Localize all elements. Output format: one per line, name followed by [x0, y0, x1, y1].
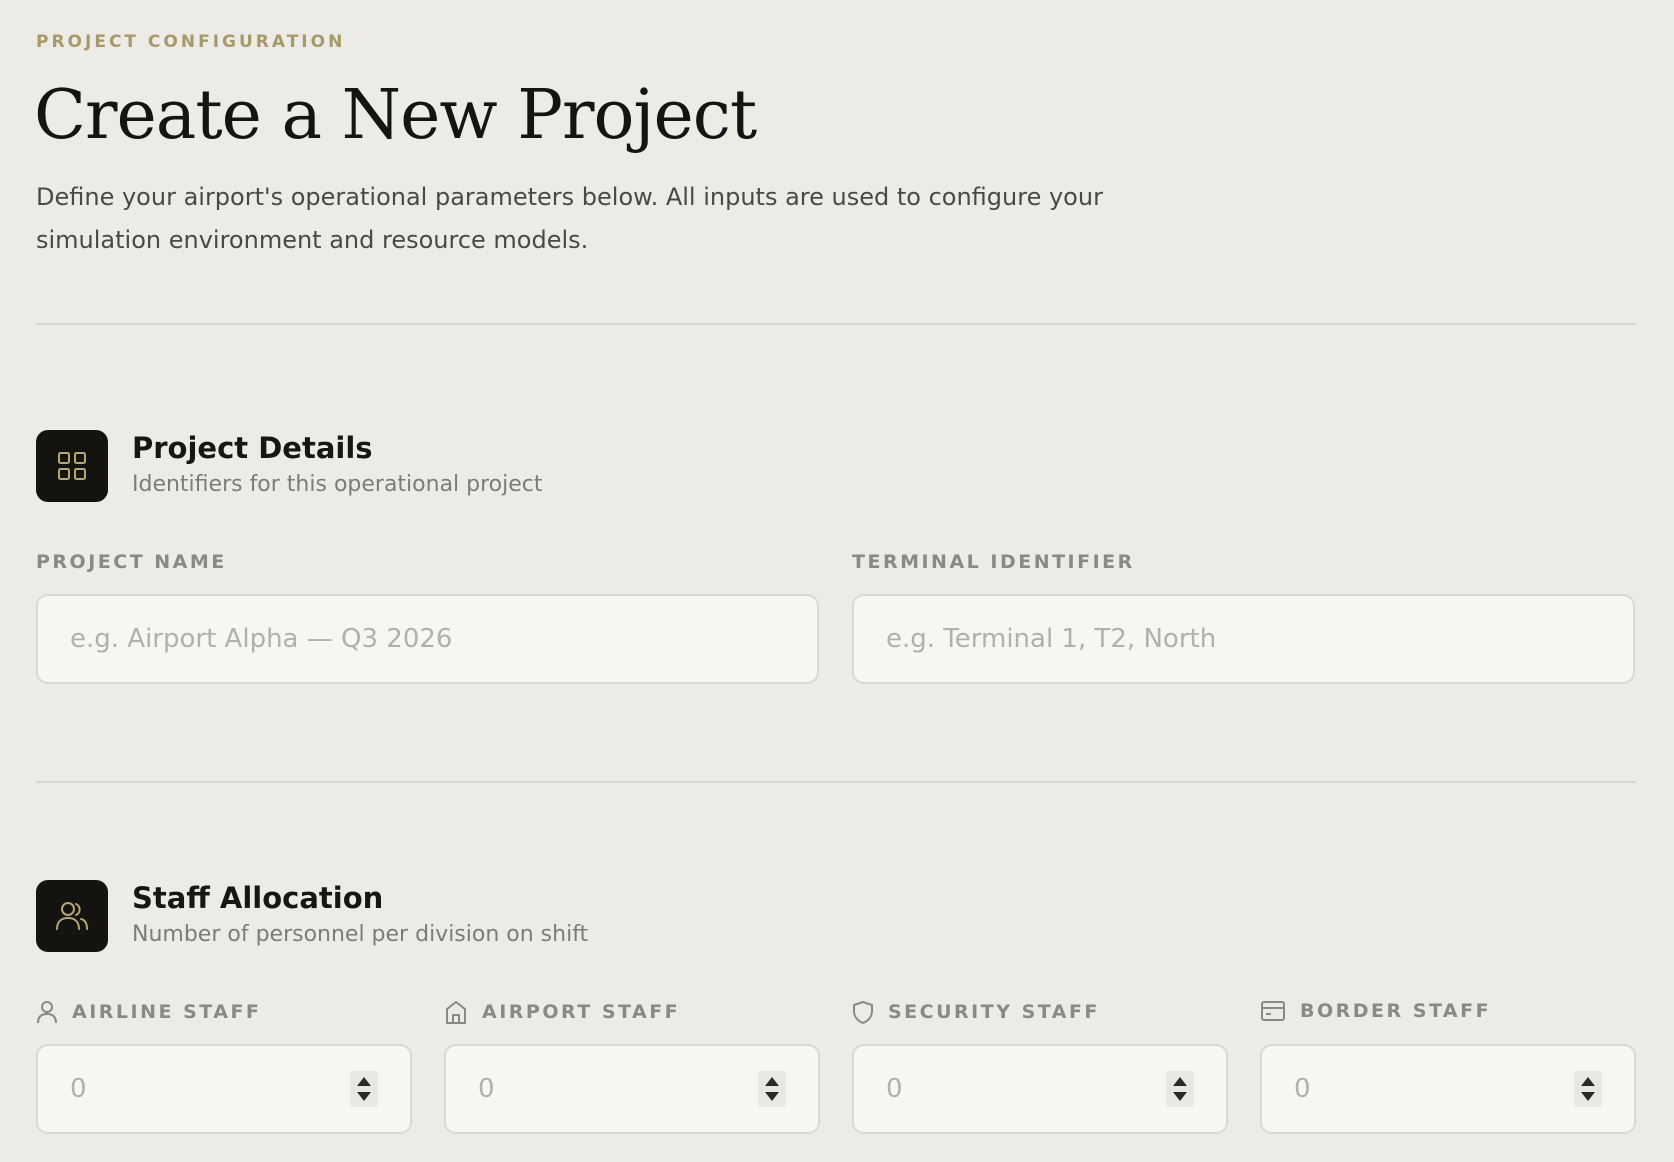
section-description: Identifiers for this operational project — [132, 472, 543, 497]
security-staff-label: SECURITY STAFF — [852, 1000, 1100, 1024]
airline-staff-stepper[interactable] — [350, 1071, 378, 1107]
project-details-header: Project Details Identifiers for this ope… — [36, 430, 543, 502]
project-name-input[interactable] — [36, 594, 819, 684]
security-staff-stepper[interactable] — [1166, 1071, 1194, 1107]
decrement-arrow-icon[interactable] — [765, 1092, 779, 1101]
building-icon — [446, 1001, 466, 1024]
airline-staff-value[interactable]: 0 — [70, 1074, 350, 1104]
increment-arrow-icon[interactable] — [1173, 1077, 1187, 1086]
project-config-page: PROJECT CONFIGURATION Create a New Proje… — [0, 0, 1674, 1162]
border-staff-input[interactable]: 0 — [1260, 1044, 1636, 1134]
airport-staff-input[interactable]: 0 — [444, 1044, 820, 1134]
staff-allocation-header: Staff Allocation Number of personnel per… — [36, 880, 588, 952]
airport-staff-stepper[interactable] — [758, 1071, 786, 1107]
terminal-identifier-label: TERMINAL IDENTIFIER — [852, 551, 1135, 573]
airline-staff-label: AIRLINE STAFF — [36, 1000, 261, 1024]
border-staff-value[interactable]: 0 — [1294, 1074, 1574, 1104]
security-staff-label-text: SECURITY STAFF — [888, 1001, 1100, 1023]
grid-icon — [36, 430, 108, 502]
eyebrow-label: PROJECT CONFIGURATION — [36, 32, 346, 52]
increment-arrow-icon[interactable] — [357, 1077, 371, 1086]
decrement-arrow-icon[interactable] — [1173, 1092, 1187, 1101]
section-title: Staff Allocation — [132, 881, 384, 915]
page-subtitle: Define your airport's operational parame… — [36, 183, 1103, 254]
project-name-label: PROJECT NAME — [36, 551, 227, 573]
divider — [36, 781, 1636, 783]
users-icon — [36, 880, 108, 952]
shield-icon — [853, 1001, 873, 1024]
security-staff-input[interactable]: 0 — [852, 1044, 1228, 1134]
border-staff-stepper[interactable] — [1574, 1071, 1602, 1107]
airport-staff-label: AIRPORT STAFF — [444, 1000, 680, 1024]
decrement-arrow-icon[interactable] — [1581, 1092, 1595, 1101]
section-title: Project Details — [132, 431, 373, 465]
airport-staff-label-text: AIRPORT STAFF — [482, 1001, 681, 1023]
airline-staff-label-text: AIRLINE STAFF — [72, 1001, 262, 1023]
border-staff-label: BORDER STAFF — [1260, 1000, 1491, 1022]
border-staff-label-text: BORDER STAFF — [1300, 1000, 1492, 1022]
page-title: Create a New Project — [34, 76, 757, 155]
divider — [36, 323, 1636, 325]
increment-arrow-icon[interactable] — [1581, 1077, 1595, 1086]
section-description: Number of personnel per division on shif… — [132, 922, 589, 947]
id-card-icon — [1261, 1001, 1285, 1021]
decrement-arrow-icon[interactable] — [357, 1092, 371, 1101]
person-icon — [37, 1001, 57, 1024]
security-staff-value[interactable]: 0 — [886, 1074, 1166, 1104]
increment-arrow-icon[interactable] — [765, 1077, 779, 1086]
terminal-identifier-input[interactable] — [852, 594, 1635, 684]
airline-staff-input[interactable]: 0 — [36, 1044, 412, 1134]
airport-staff-value[interactable]: 0 — [478, 1074, 758, 1104]
